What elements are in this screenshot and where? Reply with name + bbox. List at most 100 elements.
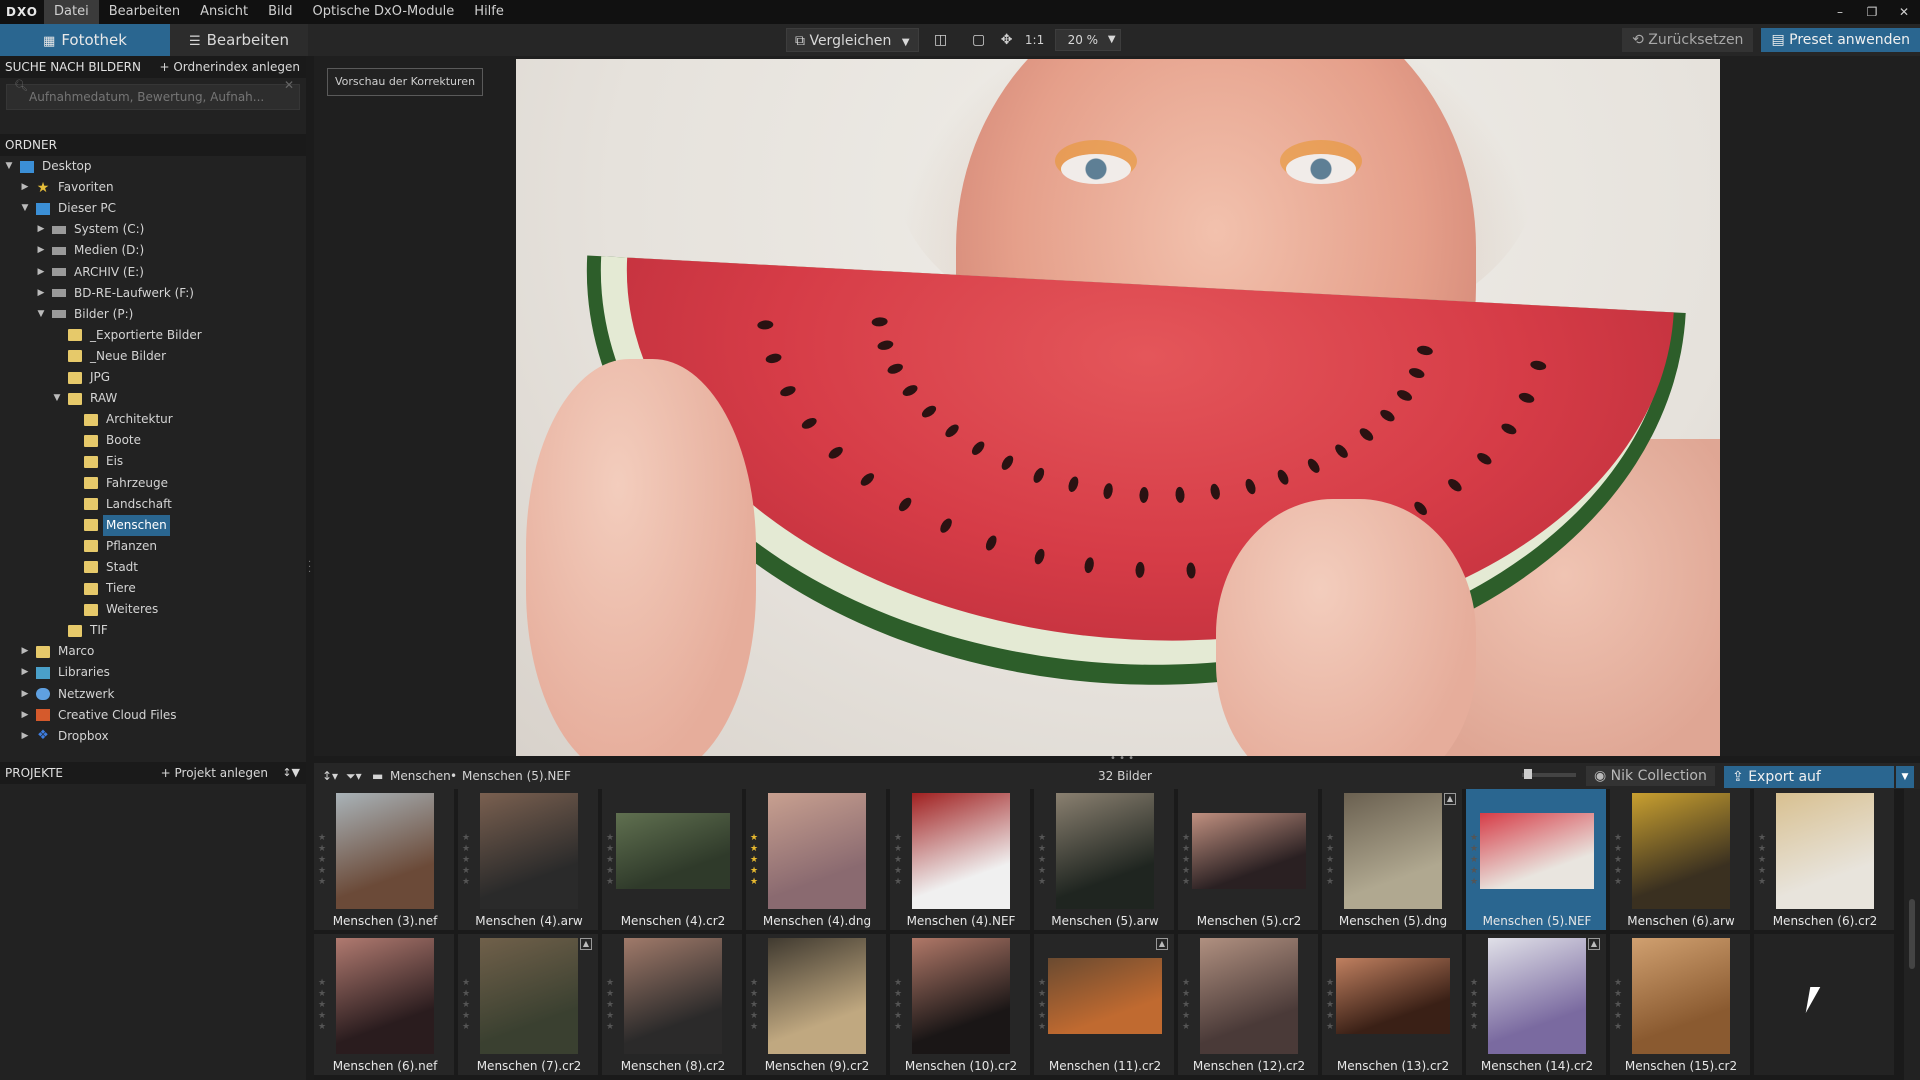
chevron-right-icon[interactable]: ▶ bbox=[36, 219, 46, 240]
rating-stars[interactable]: ★ ★ ★ ★ ★ bbox=[1182, 833, 1192, 888]
chevron-right-icon[interactable]: ▶ bbox=[36, 240, 46, 261]
folder-item[interactable]: TIF bbox=[52, 620, 111, 641]
thumbnail-size-slider[interactable] bbox=[1522, 769, 1576, 779]
rating-stars[interactable]: ★ ★ ★ ★ ★ bbox=[750, 978, 760, 1033]
chevron-right-icon[interactable]: ▶ bbox=[20, 705, 30, 726]
chevron-right-icon[interactable]: ▶ bbox=[20, 641, 30, 662]
move-icon[interactable]: ✥ bbox=[993, 28, 1021, 52]
folder-item[interactable]: JPG bbox=[52, 367, 113, 388]
apply-preset-button[interactable]: ▤ Preset anwenden bbox=[1761, 28, 1920, 52]
rating-stars[interactable]: ★ ★ ★ ★ ★ bbox=[894, 833, 904, 888]
folder-item[interactable]: Menschen bbox=[68, 514, 170, 536]
folder-item[interactable]: ▼ Dieser PC bbox=[20, 198, 119, 219]
panel-splitter[interactable]: · · · bbox=[306, 56, 314, 1080]
create-folder-index-link[interactable]: + Ordnerindex anlegen bbox=[159, 56, 300, 78]
rating-stars[interactable]: ★ ★ ★ ★ ★ bbox=[1614, 833, 1624, 888]
menu-bearbeiten[interactable]: Bearbeiten bbox=[99, 0, 190, 24]
chevron-down-icon[interactable]: ▼ bbox=[4, 156, 14, 177]
chevron-down-icon[interactable]: ▼ bbox=[36, 304, 46, 325]
zoom-select[interactable]: 20 % ▼ bbox=[1054, 29, 1121, 51]
scrollbar-thumb[interactable] bbox=[1909, 899, 1915, 969]
rating-stars[interactable]: ★ ★ ★ ★ ★ bbox=[1326, 978, 1336, 1033]
rating-stars[interactable]: ★ ★ ★ ★ ★ bbox=[1326, 833, 1336, 888]
thumbnail-image[interactable] bbox=[1632, 938, 1730, 1054]
breadcrumb-folder[interactable]: Menschen bbox=[390, 763, 451, 789]
clear-search-icon[interactable]: ✕ bbox=[284, 78, 294, 92]
rating-stars[interactable]: ★ ★ ★ ★ ★ bbox=[1470, 978, 1480, 1033]
thumbnail-image[interactable] bbox=[480, 938, 578, 1054]
chevron-down-icon[interactable]: ▼ bbox=[20, 198, 30, 219]
thumbnail-item[interactable]: ★ ★ ★ ★ ★ Menschen (6).arw bbox=[1610, 789, 1752, 932]
thumbnail-item[interactable]: ★ ★ ★ ★ ★ Menschen (8).cr2 bbox=[602, 934, 744, 1077]
chevron-down-icon[interactable]: ▼ bbox=[52, 388, 62, 409]
folder-item[interactable]: ▶ System (C:) bbox=[36, 219, 147, 240]
chevron-right-icon[interactable]: ▶ bbox=[20, 684, 30, 705]
folder-item[interactable]: Boote bbox=[68, 430, 144, 451]
main-photo[interactable] bbox=[516, 59, 1720, 756]
thumbnail-item[interactable]: ★ ★ ★ ★ ★ Menschen (4).arw bbox=[458, 789, 600, 932]
thumbnail-image[interactable] bbox=[1632, 793, 1730, 909]
compare-button[interactable]: ⧉ Vergleichen ▼ bbox=[786, 28, 919, 52]
rating-stars[interactable]: ★ ★ ★ ★ ★ bbox=[462, 833, 472, 888]
folder-item[interactable]: ▼ Bilder (P:) bbox=[36, 304, 136, 325]
thumbnail-image[interactable] bbox=[912, 793, 1010, 909]
menu-datei[interactable]: Datei bbox=[44, 0, 99, 24]
thumbnail-item[interactable]: ★ ★ ★ ★ ★ Menschen (13).cr2 bbox=[1322, 934, 1464, 1077]
sort-icon[interactable]: ↕▾ bbox=[322, 763, 338, 789]
thumbnail-image[interactable] bbox=[480, 793, 578, 909]
thumbnail-item[interactable]: ★ ★ ★ ★ ★ Menschen (3).nef bbox=[314, 789, 456, 932]
folder-item[interactable]: ▶ Marco bbox=[20, 641, 97, 662]
thumbnail-image[interactable] bbox=[768, 938, 866, 1054]
folder-item[interactable]: Tiere bbox=[68, 578, 139, 599]
folder-item[interactable]: Weiteres bbox=[68, 599, 161, 620]
close-icon[interactable]: ✕ bbox=[1888, 0, 1920, 24]
thumbnail-item[interactable]: ★ ★ ★ ★ ★ Menschen (14).cr2 ▲ bbox=[1466, 934, 1608, 1077]
folder-item[interactable]: ▶ Libraries bbox=[20, 662, 113, 683]
rating-stars[interactable]: ★ ★ ★ ★ ★ bbox=[606, 833, 616, 888]
thumbnail-image[interactable] bbox=[1048, 958, 1162, 1034]
folder-item[interactable]: ▶ ★ Favoriten bbox=[20, 177, 117, 198]
folder-item[interactable]: ▼ RAW bbox=[52, 388, 120, 409]
rating-stars[interactable]: ★ ★ ★ ★ ★ bbox=[462, 978, 472, 1033]
thumbnail-item[interactable]: ★ ★ ★ ★ ★ Menschen (5).dng ▲ bbox=[1322, 789, 1464, 932]
chevron-right-icon[interactable]: ▶ bbox=[20, 177, 30, 198]
thumbnail-image[interactable] bbox=[1192, 813, 1306, 889]
rating-stars[interactable]: ★ ★ ★ ★ ★ bbox=[1758, 833, 1768, 888]
menu-optische-module[interactable]: Optische DxO-Module bbox=[303, 0, 465, 24]
thumbnail-image[interactable] bbox=[1344, 793, 1442, 909]
chevron-right-icon[interactable]: ▶ bbox=[20, 662, 30, 683]
export-to-disk-button[interactable]: ⇪ Export auf Festplatte bbox=[1724, 766, 1894, 807]
folder-item[interactable]: Pflanzen bbox=[68, 536, 160, 557]
rating-stars[interactable]: ★ ★ ★ ★ ★ bbox=[1614, 978, 1624, 1033]
restore-icon[interactable]: ❐ bbox=[1856, 0, 1888, 24]
thumbnail-item[interactable]: ★ ★ ★ ★ ★ Menschen (4).NEF bbox=[890, 789, 1032, 932]
thumbnail-item[interactable]: ★ ★ ★ ★ ★ Menschen (5).cr2 bbox=[1178, 789, 1320, 932]
thumbnail-image[interactable] bbox=[624, 938, 722, 1054]
folder-item[interactable]: Architektur bbox=[68, 409, 176, 430]
crop-frame-icon[interactable]: ▢ bbox=[965, 28, 993, 52]
thumbnail-item[interactable]: ★ ★ ★ ★ ★ Menschen (10).cr2 bbox=[890, 934, 1032, 1077]
thumbnail-item[interactable]: ★ ★ ★ ★ ★ Menschen (4).dng bbox=[746, 789, 888, 932]
menu-bild[interactable]: Bild bbox=[258, 0, 302, 24]
thumbnail-item[interactable]: ★ ★ ★ ★ ★ Menschen (9).cr2 bbox=[746, 934, 888, 1077]
thumbnail-image[interactable] bbox=[616, 813, 730, 889]
folder-item[interactable]: ▼ Desktop bbox=[4, 156, 95, 177]
thumbnail-item[interactable]: ★ ★ ★ ★ ★ Menschen (6).nef bbox=[314, 934, 456, 1077]
filmstrip-splitter[interactable]: • • • bbox=[314, 753, 1920, 764]
zoom-1-1-button[interactable]: 1:1 bbox=[1021, 28, 1049, 52]
thumbnail-image[interactable] bbox=[1200, 938, 1298, 1054]
rating-stars[interactable]: ★ ★ ★ ★ ★ bbox=[1038, 978, 1048, 1033]
folder-item[interactable]: _Neue Bilder bbox=[52, 346, 169, 367]
menu-ansicht[interactable]: Ansicht bbox=[190, 0, 258, 24]
rating-stars[interactable]: ★ ★ ★ ★ ★ bbox=[1470, 833, 1480, 888]
thumbnail-item[interactable]: ★ ★ ★ ★ ★ Menschen (6).cr2 bbox=[1754, 789, 1896, 932]
sort-icon[interactable]: ↕▼ bbox=[282, 762, 300, 784]
rating-stars[interactable]: ★ ★ ★ ★ ★ bbox=[750, 833, 760, 888]
thumbnail-item[interactable]: ★ ★ ★ ★ ★ Menschen (5).NEF bbox=[1466, 789, 1608, 932]
tab-fotothek[interactable]: ▦ Fotothek bbox=[0, 24, 170, 56]
folder-item[interactable]: ▶ ❖ Dropbox bbox=[20, 726, 112, 747]
thumbnail-image[interactable] bbox=[912, 938, 1010, 1054]
folder-item[interactable]: ▶ Creative Cloud Files bbox=[20, 705, 180, 726]
folder-item[interactable]: ▶ BD-RE-Laufwerk (F:) bbox=[36, 283, 197, 304]
preview-corrections-button[interactable]: Vorschau der Korrekturen bbox=[327, 68, 483, 96]
